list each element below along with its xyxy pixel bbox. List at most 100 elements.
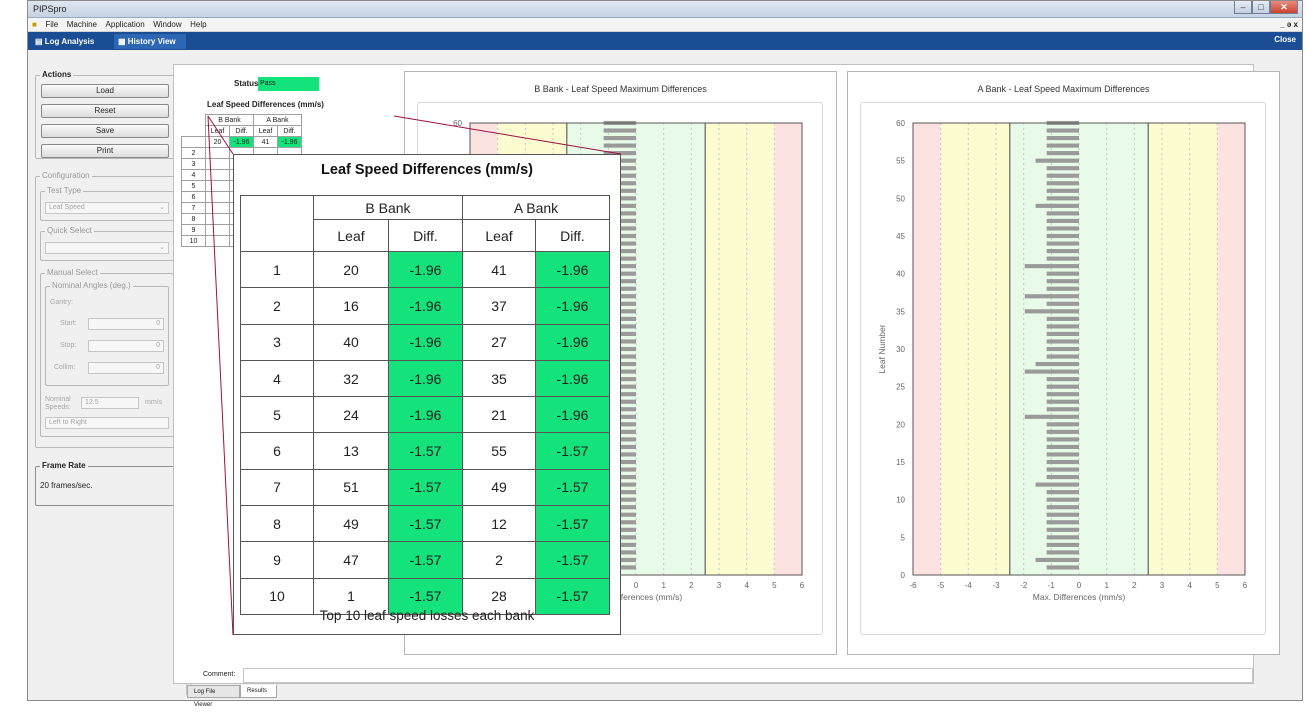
- menu-bar: ■ File Machine Application Window Help _…: [28, 18, 1302, 32]
- y-tick-label: 40: [896, 270, 905, 279]
- leaf-bar: [1046, 399, 1079, 404]
- leaf-bar: [1046, 135, 1079, 141]
- leaf-bar: [603, 128, 636, 133]
- test-type-value: Leaf Speed: [49, 204, 85, 211]
- a-bank-diff: -1.96: [535, 323, 610, 361]
- leaf-bar: [1046, 444, 1079, 450]
- collim-angle-input[interactable]: 0: [88, 362, 164, 374]
- leaf-bar: [1035, 158, 1079, 163]
- tab-log-analysis[interactable]: ▤ Log Analysis: [31, 34, 107, 49]
- comment-label: Comment:: [203, 671, 236, 678]
- minimize-button[interactable]: –: [1234, 1, 1252, 14]
- x-tick-label: 2: [689, 581, 694, 590]
- a-bank-leaf: 35: [462, 359, 536, 398]
- leaf-bar: [1046, 279, 1079, 284]
- nominal-speeds-input[interactable]: 12.5: [81, 397, 139, 409]
- load-button[interactable]: Load: [41, 84, 169, 98]
- maximize-button[interactable]: □: [1252, 1, 1270, 14]
- app-icon[interactable]: ■: [32, 18, 37, 32]
- y-tick-label: 55: [896, 157, 905, 166]
- leaf-bar: [1024, 414, 1079, 419]
- b-bank-leaf: 40: [313, 323, 389, 361]
- quick-select-dropdown[interactable]: ⌄: [45, 242, 169, 254]
- frame-rate-value: 20 frames/sec.: [40, 481, 93, 490]
- menu-file[interactable]: File: [45, 18, 58, 32]
- leaf-bar: [1046, 422, 1079, 427]
- menu-machine[interactable]: Machine: [67, 18, 97, 32]
- x-tick-label: -5: [937, 581, 945, 590]
- leaf-bar: [1035, 203, 1079, 208]
- actions-group: Actions Load Reset Save Print: [35, 70, 179, 159]
- tab-log-file-viewer[interactable]: Log File Viewer: [187, 685, 240, 708]
- zoomed-leaf-speed-table: Leaf Speed Differences (mm/s) B Bank A Ba…: [233, 154, 621, 635]
- x-tick-label: -6: [909, 581, 917, 590]
- leaf-bar: [1046, 181, 1079, 186]
- gantry-label: Gantry:: [50, 299, 73, 306]
- frame-rate-group: Frame Rate 20 frames/sec.: [35, 461, 179, 506]
- a-bank-diff: -1.57: [535, 432, 610, 470]
- nominal-angles-group: Nominal Angles (deg.) Gantry: Start: 0 S…: [45, 281, 169, 386]
- y-tick-label: 45: [896, 232, 905, 241]
- a-bank-leaf: 37: [462, 287, 536, 325]
- direction-select[interactable]: Left to Right: [45, 417, 169, 429]
- column-header-diff: Diff.: [535, 219, 610, 252]
- leaf-bar: [1046, 467, 1079, 472]
- status-badge: Pass: [258, 77, 319, 91]
- row-number: 6: [240, 432, 314, 470]
- b-bank-diff: -1.96: [388, 287, 463, 325]
- start-angle-input[interactable]: 0: [88, 318, 164, 330]
- leaf-bar: [1046, 490, 1079, 495]
- menu-application[interactable]: Application: [106, 18, 145, 32]
- leaf-bar: [1046, 324, 1079, 329]
- a-bank-diff: -1.96: [535, 250, 610, 289]
- column-header-diff: Diff.: [388, 219, 463, 252]
- menu-window[interactable]: Window: [153, 18, 181, 32]
- row-number: 1: [240, 250, 314, 289]
- leaf-bar: [1046, 339, 1079, 344]
- frame-rate-title: Frame Rate: [40, 461, 88, 470]
- leaf-bar: [1046, 565, 1079, 570]
- b-bank-diff: -1.57: [388, 432, 463, 470]
- row-number: 9: [240, 541, 314, 579]
- b-bank-diff: -1.96: [388, 323, 463, 361]
- close-window-button[interactable]: ✕: [1270, 1, 1298, 14]
- b-bank-diff: -1.96: [388, 359, 463, 398]
- test-type-select[interactable]: Leaf Speed ⌄: [45, 202, 169, 214]
- x-tick-label: 3: [1160, 581, 1165, 590]
- b-bank-diff: -1.96: [388, 250, 463, 289]
- leaf-bar: [1035, 557, 1079, 563]
- print-button[interactable]: Print: [41, 144, 169, 158]
- leaf-bar: [1046, 520, 1079, 525]
- leaf-bar: [1046, 166, 1079, 171]
- leaf-bar: [1046, 286, 1079, 291]
- save-button[interactable]: Save: [41, 124, 169, 138]
- x-tick-label: -1: [1048, 581, 1056, 590]
- leaf-bar: [1046, 271, 1079, 276]
- b-bank-leaf: 13: [313, 432, 389, 470]
- tab-history-view[interactable]: ▦ History View: [114, 34, 186, 49]
- column-header-leaf: Leaf: [462, 219, 536, 252]
- x-axis-label: Max. Differences (mm/s): [1033, 592, 1126, 602]
- comment-input[interactable]: [243, 668, 1253, 683]
- a-bank-leaf: 55: [462, 432, 536, 470]
- leaf-bar: [1046, 535, 1079, 540]
- tab-log-analysis-label: Log Analysis: [44, 37, 95, 46]
- column-header-leaf: Leaf: [313, 219, 389, 252]
- x-tick-label: -2: [1020, 581, 1028, 590]
- b-bank-leaf: 47: [313, 541, 389, 579]
- close-tab-button[interactable]: Close: [1274, 35, 1296, 44]
- tab-results[interactable]: Results: [240, 685, 277, 698]
- stop-angle-input[interactable]: 0: [88, 340, 164, 352]
- b-bank-diff: -1.96: [388, 396, 463, 434]
- small-col-leaf: Leaf: [253, 125, 278, 137]
- reset-button[interactable]: Reset: [41, 104, 169, 118]
- document-icon: ▤: [35, 37, 45, 46]
- a-bank-chart: -6 -5 -4 -3 -2 -1 0 1 2 3 4 5 6051015202530354045505…: [877, 119, 1248, 602]
- zoom-table-title: Leaf Speed Differences (mm/s): [321, 162, 533, 178]
- document-tab-bar: ▤ Log Analysis ▦ History View Close: [28, 32, 1302, 50]
- x-tick-label: 1: [661, 581, 666, 590]
- configuration-title: Configuration: [40, 171, 92, 180]
- mdi-controls[interactable]: _ ə x: [1280, 18, 1298, 32]
- menu-help[interactable]: Help: [190, 18, 206, 32]
- y-tick-label: 0: [901, 571, 906, 580]
